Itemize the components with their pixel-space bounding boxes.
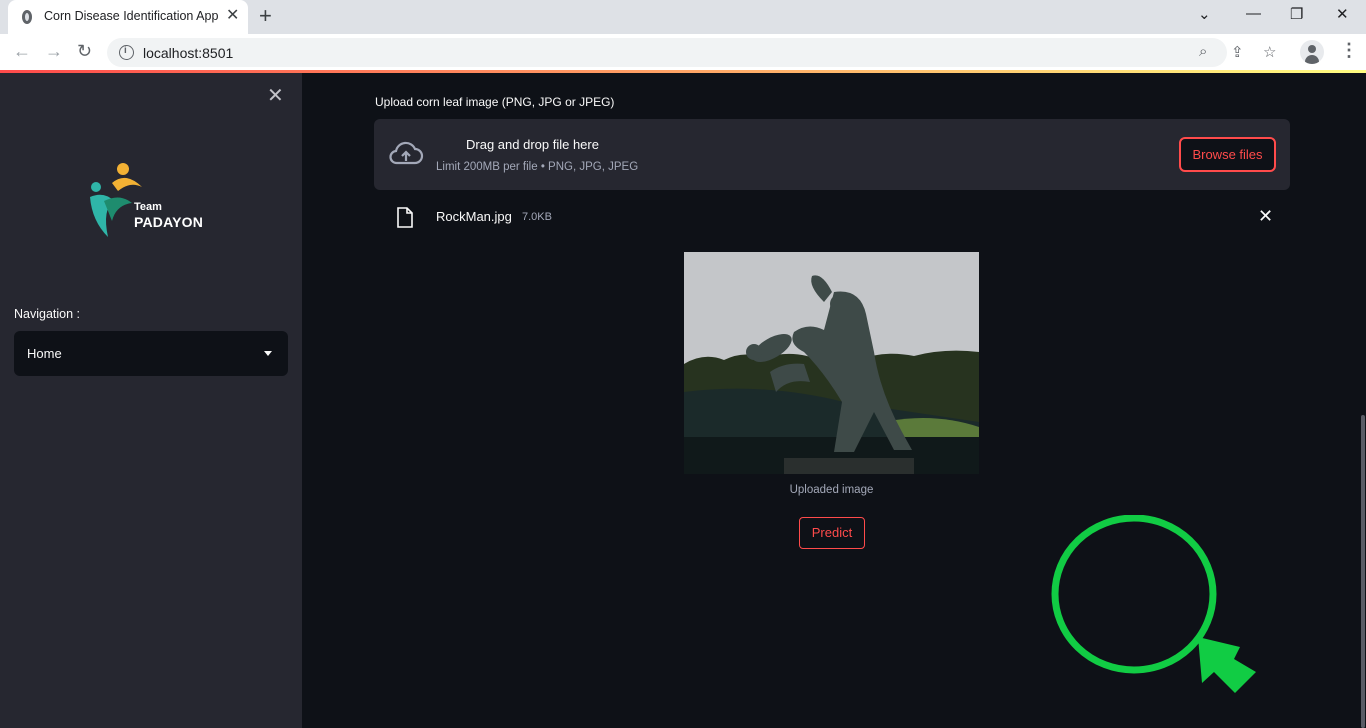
tab-search-chevron-icon[interactable]: ⌄ bbox=[1198, 5, 1211, 23]
uploaded-file-size: 7.0KB bbox=[522, 211, 552, 223]
file-icon bbox=[397, 207, 413, 228]
team-padayon-logo: Team PADAYON bbox=[86, 161, 204, 241]
profile-avatar-icon[interactable] bbox=[1300, 40, 1324, 64]
browser-tab-bar: Corn Disease Identification App ✕ + ⌄ — … bbox=[0, 0, 1366, 34]
minimize-icon[interactable]: — bbox=[1246, 5, 1261, 22]
caret-down-icon[interactable] bbox=[264, 351, 272, 356]
browser-toolbar: ← → ↻ localhost:8501 ⌕ ⇪ ☆ ⋮ bbox=[0, 34, 1366, 70]
address-bar[interactable]: localhost:8501 ⌕ ⇪ ☆ bbox=[107, 38, 1276, 67]
forward-icon[interactable]: → bbox=[45, 41, 63, 61]
remove-file-icon[interactable]: ✕ bbox=[1258, 206, 1273, 226]
navigation-selected-value[interactable]: Home bbox=[27, 346, 62, 361]
browser-menu-icon[interactable]: ⋮ bbox=[1340, 40, 1358, 61]
logo-text-team: Team bbox=[134, 201, 162, 213]
uploaded-image bbox=[684, 252, 979, 474]
back-icon[interactable]: ← bbox=[13, 41, 31, 61]
browse-files-button[interactable]: Browse files bbox=[1179, 137, 1276, 172]
reload-icon[interactable]: ↻ bbox=[77, 41, 92, 61]
logo-text-padayon: PADAYON bbox=[134, 214, 204, 230]
restore-icon[interactable]: ❐ bbox=[1290, 5, 1303, 23]
cloud-upload-icon bbox=[389, 141, 424, 165]
annotation-arrow-icon bbox=[1198, 637, 1256, 693]
tab-close-icon[interactable]: ✕ bbox=[226, 7, 239, 25]
zoom-icon[interactable]: ⌕ bbox=[1199, 43, 1207, 60]
navigation-select[interactable]: Home bbox=[14, 331, 288, 376]
sidebar-close-icon[interactable]: ✕ bbox=[267, 85, 284, 107]
bookmark-star-icon[interactable]: ☆ bbox=[1263, 43, 1276, 61]
sidebar: ✕ Team PADAYON Navigation : Home bbox=[0, 73, 302, 728]
tab-title: Corn Disease Identification App bbox=[44, 9, 219, 23]
image-caption: Uploaded image bbox=[789, 484, 874, 496]
dropzone-title: Drag and drop file here bbox=[466, 137, 599, 152]
navigation-label: Navigation : bbox=[14, 307, 81, 321]
uploaded-file-name: RockMan.jpg bbox=[436, 209, 512, 224]
green-highlight-annotation bbox=[1051, 515, 1256, 693]
window-close-icon[interactable]: ✕ bbox=[1336, 5, 1349, 23]
predict-button[interactable]: Predict bbox=[799, 517, 865, 549]
corn-favicon-icon bbox=[22, 10, 32, 24]
new-tab-icon[interactable]: + bbox=[259, 4, 272, 28]
dropzone-limit-text: Limit 200MB per file • PNG, JPG, JPEG bbox=[436, 161, 639, 173]
browser-tab[interactable]: Corn Disease Identification App ✕ bbox=[8, 0, 248, 34]
site-info-icon[interactable] bbox=[119, 45, 134, 60]
url-text[interactable]: localhost:8501 bbox=[143, 45, 233, 61]
page-scrollbar[interactable] bbox=[1361, 415, 1365, 728]
share-icon[interactable]: ⇪ bbox=[1231, 43, 1244, 61]
upload-label: Upload corn leaf image (PNG, JPG or JPEG… bbox=[375, 95, 615, 109]
file-dropzone[interactable]: Drag and drop file here Limit 200MB per … bbox=[374, 119, 1290, 190]
main-content: Upload corn leaf image (PNG, JPG or JPEG… bbox=[302, 73, 1366, 728]
